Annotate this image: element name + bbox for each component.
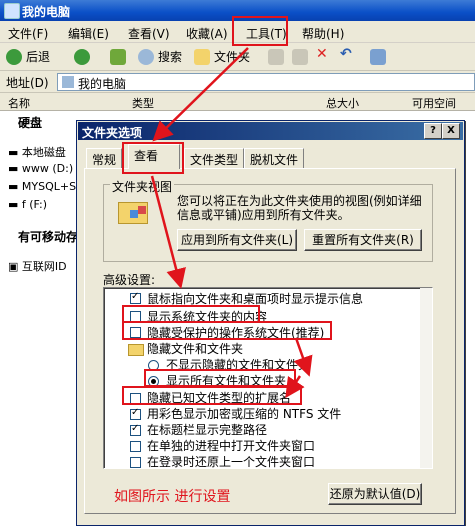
annotation-arrows: [150, 47, 313, 399]
tab-view[interactable]: 查看: [128, 144, 180, 169]
arrow-tools-to-view: [152, 47, 249, 142]
arrow-to-show-all: [293, 337, 313, 377]
arrow-to-extensions: [285, 375, 305, 399]
arrow-view-to-options: [150, 175, 186, 289]
